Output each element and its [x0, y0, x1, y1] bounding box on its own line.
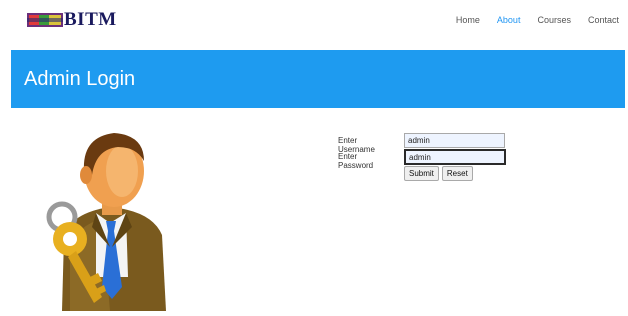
username-field[interactable]	[404, 133, 505, 148]
submit-button[interactable]: Submit	[404, 166, 439, 181]
page-title: Admin Login	[24, 68, 136, 90]
main-nav: Home About Courses Contact	[439, 15, 619, 25]
nav-item-home[interactable]: Home	[456, 15, 480, 25]
nav-item-about[interactable]: About	[497, 15, 521, 25]
nav-item-courses[interactable]: Courses	[537, 15, 571, 25]
password-label: Enter Password	[338, 152, 374, 170]
page-banner: Admin Login	[11, 50, 625, 108]
logo-text: BITM	[64, 9, 117, 30]
password-field[interactable]	[404, 149, 506, 165]
site-logo[interactable]: BITM	[27, 9, 117, 31]
reset-button[interactable]: Reset	[441, 166, 473, 181]
admin-user-with-key-icon	[40, 127, 180, 311]
nav-item-contact[interactable]: Contact	[588, 15, 619, 25]
form-buttons: Submit Reset	[404, 166, 476, 181]
logo-image-icon	[27, 12, 63, 28]
site-header: BITM Home About Courses Contact	[0, 0, 628, 42]
